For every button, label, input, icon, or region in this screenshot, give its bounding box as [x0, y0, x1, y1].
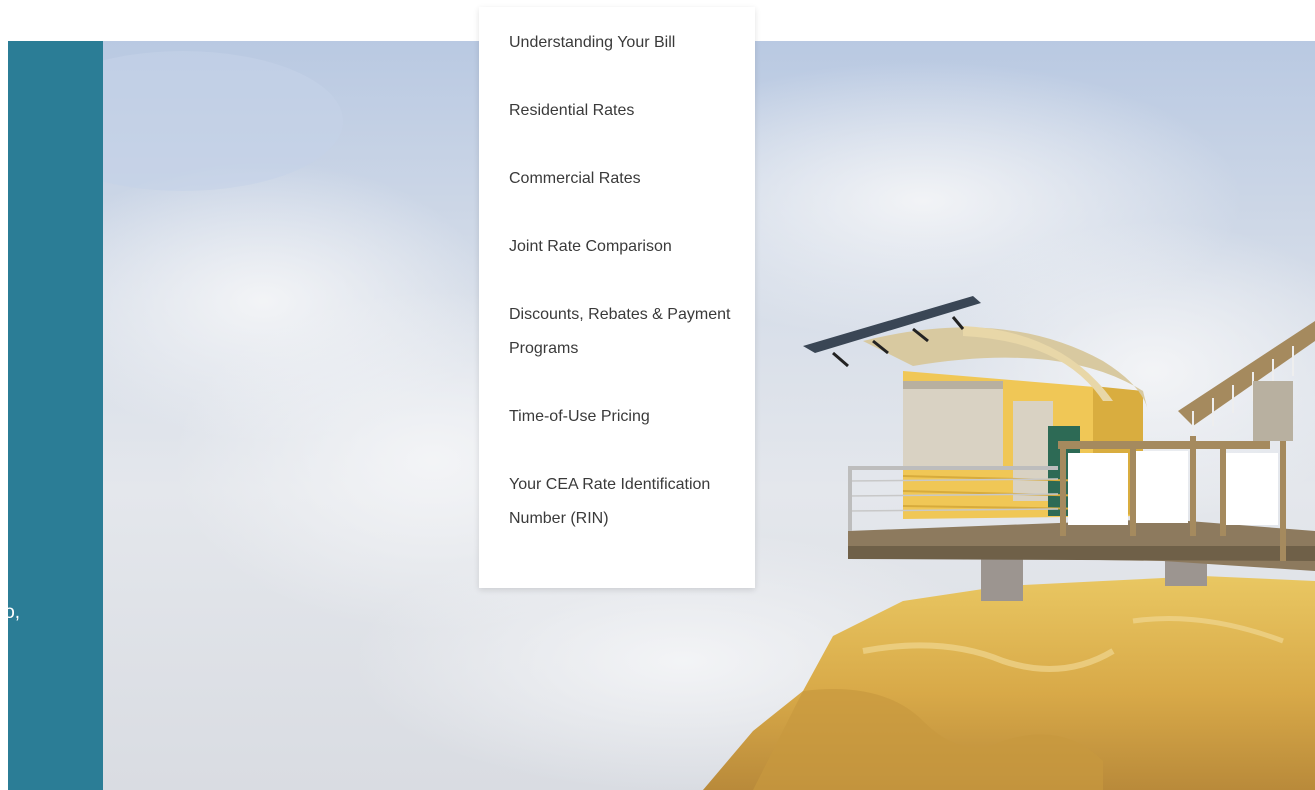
menu-item-residential-rates[interactable]: Residential Rates — [509, 94, 745, 128]
menu-item-cea-rin[interactable]: Your CEA Rate Identification Number (RIN… — [509, 468, 745, 536]
page: lo, Understanding Your Bill Residential … — [0, 0, 1315, 790]
menu-item-joint-rate-comparison[interactable]: Joint Rate Comparison — [509, 230, 745, 264]
menu-item-discounts-rebates[interactable]: Discounts, Rebates & Payment Programs — [509, 298, 745, 366]
side-panel-text: lo, — [0, 602, 21, 623]
menu-item-commercial-rates[interactable]: Commercial Rates — [509, 162, 745, 196]
rates-dropdown-menu: Understanding Your Bill Residential Rate… — [479, 7, 755, 588]
menu-item-time-of-use-pricing[interactable]: Time-of-Use Pricing — [509, 400, 745, 434]
menu-item-understanding-your-bill[interactable]: Understanding Your Bill — [509, 26, 745, 60]
side-panel — [8, 41, 103, 790]
